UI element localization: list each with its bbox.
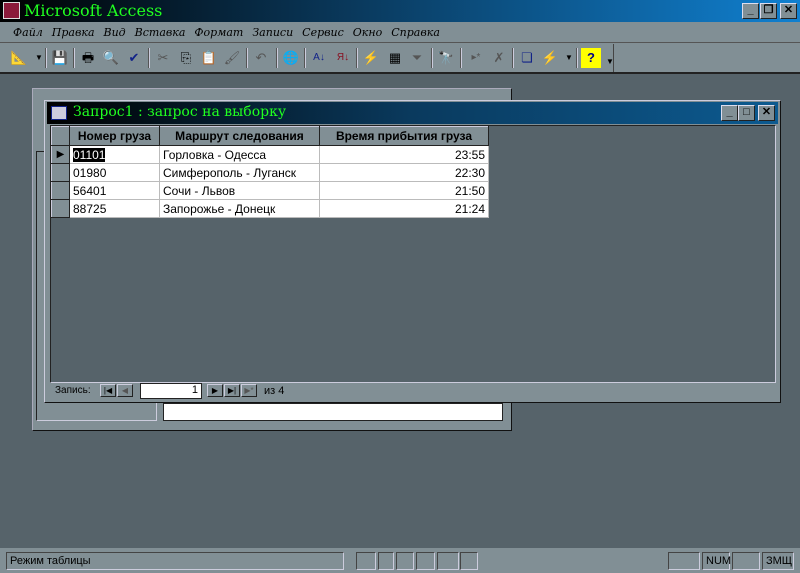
- status-num: NUM: [702, 552, 731, 570]
- record-number-input[interactable]: 1: [140, 383, 202, 399]
- menu-edit[interactable]: Правка: [52, 22, 95, 39]
- menu-help[interactable]: Справка: [391, 22, 440, 39]
- minimize-button[interactable]: _: [742, 3, 759, 19]
- record-count: из 4: [264, 385, 285, 397]
- cell-route[interactable]: Сочи - Львов: [159, 181, 320, 200]
- hyperlink-icon[interactable]: 🌐: [281, 48, 301, 68]
- datasheet-table: Номер груза Маршрут следования Время при…: [51, 126, 489, 218]
- spelling-icon[interactable]: ✔: [124, 48, 144, 68]
- delete-record-icon[interactable]: ✗: [489, 48, 509, 68]
- toolbar: 📐 ▼ 💾 🖶 🔍 ✔ ✂ ⎘ 📋 🖌 ↶ 🌐 А↓ Я↓ ⚡ ▦ ⏷ 🔭 ▸*…: [0, 44, 614, 72]
- query-window-titlebar[interactable]: Запрос1 : запрос на выборку _ □ ✕: [47, 102, 778, 124]
- query-minimize-button[interactable]: _: [721, 105, 738, 121]
- menu-view[interactable]: Вид: [104, 22, 126, 39]
- record-label: Запись:: [55, 385, 91, 396]
- status-mode: Режим таблицы: [6, 552, 344, 570]
- table-row: 56401 Сочи - Львов 21:50: [51, 181, 489, 200]
- row-selector[interactable]: ▶: [51, 145, 70, 164]
- access-key-icon[interactable]: [3, 2, 20, 19]
- column-header[interactable]: Маршрут следования: [159, 126, 320, 146]
- apply-filter-icon[interactable]: ⏷: [407, 48, 427, 68]
- find-icon[interactable]: 🔭: [436, 48, 456, 68]
- format-painter-icon[interactable]: 🖌: [222, 48, 242, 68]
- sort-descending-icon[interactable]: Я↓: [333, 48, 353, 68]
- database-window-icon[interactable]: ❏: [517, 48, 537, 68]
- cell-time[interactable]: 21:24: [319, 199, 489, 218]
- cell-number[interactable]: 01980: [69, 163, 160, 182]
- undo-icon[interactable]: ↶: [251, 48, 271, 68]
- next-record-button[interactable]: ▶: [207, 384, 223, 397]
- status-bar: Режим таблицы NUM ЗМЩ: [0, 548, 800, 573]
- query-close-button[interactable]: ✕: [758, 105, 775, 121]
- column-header[interactable]: Номер груза: [69, 126, 160, 146]
- cell-time[interactable]: 22:30: [319, 163, 489, 182]
- select-all-corner[interactable]: [51, 126, 70, 146]
- datasheet-icon: [51, 106, 67, 120]
- print-preview-icon[interactable]: 🔍: [101, 48, 121, 68]
- row-selector[interactable]: [51, 181, 70, 200]
- print-icon[interactable]: 🖶: [78, 48, 98, 68]
- app-titlebar: Microsoft Access _ ❐ ✕: [0, 0, 800, 22]
- prev-record-button[interactable]: ◀: [117, 384, 133, 397]
- app-title: Microsoft Access: [24, 1, 163, 20]
- menu-tools[interactable]: Сервис: [302, 22, 344, 39]
- cell-number[interactable]: 88725: [69, 199, 160, 218]
- save-icon[interactable]: 💾: [50, 48, 70, 68]
- design-view-icon[interactable]: 📐: [9, 48, 29, 68]
- table-row: ▶ 01101 Горловка - Одесса 23:55: [51, 145, 489, 164]
- column-header[interactable]: Время прибытия груза: [319, 126, 489, 146]
- last-record-button[interactable]: ▶|: [224, 384, 240, 397]
- cell-route[interactable]: Симферополь - Луганск: [159, 163, 320, 182]
- new-object-icon[interactable]: ⚡: [540, 48, 560, 68]
- table-row: 01980 Симферополь - Луганск 22:30: [51, 163, 489, 182]
- new-record-icon[interactable]: ▸*: [466, 48, 486, 68]
- row-selector[interactable]: [51, 163, 70, 182]
- query-window[interactable]: Запрос1 : запрос на выборку _ □ ✕ Номер …: [44, 100, 781, 403]
- header-row: Номер груза Маршрут следования Время при…: [51, 126, 489, 146]
- cell-time[interactable]: 23:55: [319, 145, 489, 164]
- datasheet-grid: Номер груза Маршрут следования Время при…: [50, 125, 776, 383]
- cell-route[interactable]: Горловка - Одесса: [159, 145, 320, 164]
- record-navigator: Запись: |◀ ◀ 1 ▶ ▶| ▶* из 4: [50, 383, 776, 399]
- restore-button[interactable]: ❐: [760, 3, 777, 19]
- help-icon[interactable]: ?: [581, 48, 601, 68]
- menu-format[interactable]: Формат: [194, 22, 243, 39]
- filter-by-selection-icon[interactable]: ⚡: [361, 48, 381, 68]
- menu-records[interactable]: Записи: [252, 22, 293, 39]
- query-window-title: Запрос1 : запрос на выборку: [73, 104, 287, 120]
- cell-route[interactable]: Запорожье - Донецк: [159, 199, 320, 218]
- cell-time[interactable]: 21:50: [319, 181, 489, 200]
- cut-icon[interactable]: ✂: [153, 48, 173, 68]
- mdi-workspace: Запрос1 : запрос на выборку _ □ ✕ Номер …: [0, 72, 800, 548]
- cell-number[interactable]: 56401: [69, 181, 160, 200]
- query-maximize-button[interactable]: □: [738, 105, 755, 121]
- menu-file[interactable]: Файл: [13, 22, 43, 39]
- menu-insert[interactable]: Вставка: [135, 22, 186, 39]
- paste-icon[interactable]: 📋: [199, 48, 219, 68]
- table-row: 88725 Запорожье - Донецк 21:24: [51, 199, 489, 218]
- menu-bar: Файл Правка Вид Вставка Формат Записи Сервис Ок…: [0, 22, 800, 43]
- status-caps: ЗМЩ: [762, 552, 794, 570]
- sort-ascending-icon[interactable]: А↓: [309, 48, 329, 68]
- first-record-button[interactable]: |◀: [100, 384, 116, 397]
- filter-by-form-icon[interactable]: ▦: [385, 48, 405, 68]
- menu-window[interactable]: Окно: [353, 22, 382, 39]
- new-record-button[interactable]: ▶*: [241, 384, 257, 397]
- copy-icon[interactable]: ⎘: [176, 48, 196, 68]
- row-selector[interactable]: [51, 199, 70, 218]
- dropdown-arrow-icon[interactable]: ▼: [600, 52, 620, 72]
- close-button[interactable]: ✕: [780, 3, 797, 19]
- cell-number[interactable]: 01101: [69, 145, 160, 164]
